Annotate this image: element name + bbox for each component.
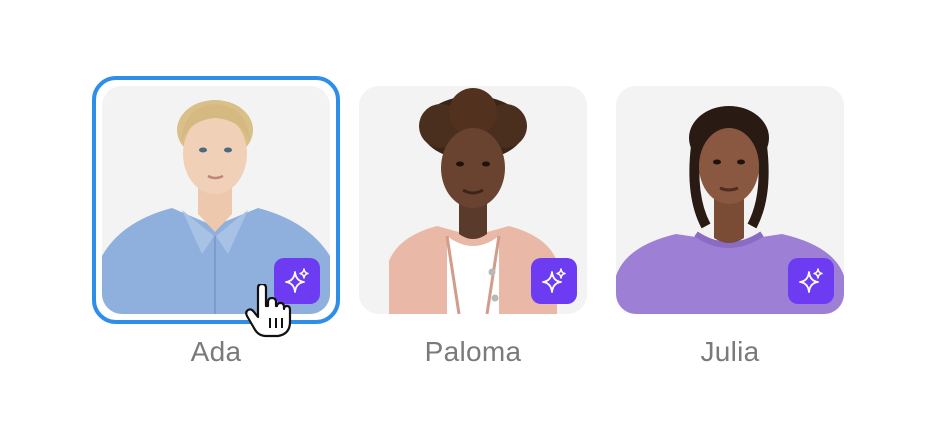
ai-avatar-badge [788, 258, 834, 304]
sparkle-icon [542, 268, 566, 293]
avatar-name-ada: Ada [190, 336, 242, 367]
avatar-name-paloma: Paloma [424, 336, 522, 367]
ai-avatar-badge [531, 258, 577, 304]
avatar-picker: Ada Paloma Julia [0, 0, 942, 425]
avatar-card-ada[interactable] [102, 86, 330, 314]
avatar-card-paloma[interactable] [359, 86, 587, 314]
sparkle-icon [285, 268, 309, 293]
avatar-card-julia[interactable] [616, 86, 844, 314]
ai-avatar-badge [274, 258, 320, 304]
sparkle-icon [799, 268, 823, 293]
avatar-name-julia: Julia [700, 336, 760, 367]
